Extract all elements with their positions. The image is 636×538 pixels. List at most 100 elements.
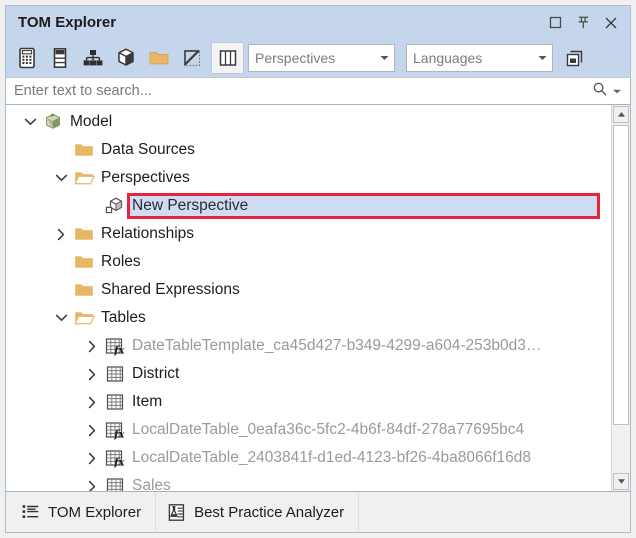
expander-toggle[interactable]	[81, 388, 103, 416]
perspective-icon	[103, 194, 127, 218]
tree-node-label: Model	[70, 114, 112, 130]
model-cube-icon	[42, 111, 64, 133]
tree-node-district[interactable]: District	[6, 360, 611, 388]
chevron-down-small-icon[interactable]	[612, 82, 622, 100]
tab-label: TOM Explorer	[48, 504, 141, 521]
columns-view-button[interactable]	[211, 42, 244, 74]
tree-node-relationships[interactable]: Relationships	[6, 220, 611, 248]
folder-open-icon	[72, 166, 96, 190]
tree-node-label: New Perspective	[132, 198, 248, 214]
expander-placeholder	[50, 248, 72, 276]
expander-toggle[interactable]	[50, 304, 72, 332]
folder-closed-icon	[73, 141, 95, 159]
folder-icon	[148, 49, 170, 67]
hidden-slash-icon	[182, 48, 202, 68]
folder-open-icon	[72, 306, 96, 330]
tree-node-tables[interactable]: Tables	[6, 304, 611, 332]
calculator-icon	[17, 47, 37, 69]
search-input[interactable]	[6, 82, 592, 100]
expander-toggle[interactable]	[81, 416, 103, 444]
svg-text:fx: fx	[113, 345, 125, 356]
vertical-scrollbar[interactable]	[611, 105, 630, 491]
calc-table-icon: fx	[103, 334, 127, 358]
tree-node-local-date-table-2[interactable]: fx LocalDateTable_2403841f-d1ed-4123-bf2…	[6, 444, 611, 472]
folder-closed-icon	[72, 222, 96, 246]
calc-table-icon: fx	[104, 420, 126, 440]
expander-toggle[interactable]	[81, 332, 103, 360]
calc-table-icon: fx	[103, 446, 127, 470]
scrollbar-thumb[interactable]	[613, 125, 629, 425]
title-bar-buttons	[542, 6, 624, 39]
close-button[interactable]	[598, 10, 624, 36]
tab-tom-explorer[interactable]: TOM Explorer	[10, 492, 156, 532]
expander-toggle[interactable]	[19, 108, 41, 136]
tree-node-date-table-template[interactable]: fx DateTableTemplate_ca45d427-b349-4299-…	[6, 332, 611, 360]
tree-node-perspectives[interactable]: Perspectives	[6, 164, 611, 192]
folder-open-icon	[73, 309, 95, 327]
columns-button[interactable]	[43, 42, 76, 74]
tree-node-label: LocalDateTable_0eafa36c-5fc2-4b6f-84df-2…	[132, 422, 524, 438]
folders-button[interactable]	[142, 42, 175, 74]
bottom-tab-bar: TOM Explorer Best Practice Analyzer	[6, 492, 630, 532]
title-bar: TOM Explorer	[6, 6, 630, 39]
languages-dropdown[interactable]: Languages	[406, 44, 553, 72]
table-icon	[103, 390, 127, 414]
tree-node-label: District	[132, 366, 179, 382]
tree-node-label: Item	[132, 394, 162, 410]
folder-open-icon	[73, 169, 95, 187]
chevron-down-icon	[532, 54, 552, 62]
expander-toggle[interactable]	[81, 360, 103, 388]
tree-node-new-perspective[interactable]: New Perspective	[6, 192, 611, 220]
pin-button[interactable]	[570, 10, 596, 36]
list-tree-icon	[21, 503, 41, 521]
search-icon[interactable]	[592, 81, 608, 102]
table-icon	[105, 392, 125, 412]
tree-node-roles[interactable]: Roles	[6, 248, 611, 276]
expander-placeholder	[50, 136, 72, 164]
chevron-right-icon	[87, 452, 97, 465]
maximize-button[interactable]	[542, 10, 568, 36]
tree-node-label: Roles	[101, 254, 141, 270]
page-title: TOM Explorer	[6, 14, 116, 31]
perspectives-dropdown-label: Perspectives	[249, 50, 374, 66]
tree-node-local-date-table-1[interactable]: fx LocalDateTable_0eafa36c-5fc2-4b6f-84d…	[6, 416, 611, 444]
tree-node-label: DateTableTemplate_ca45d427-b349-4299-a60…	[132, 338, 541, 354]
tree-node-label: Sales	[132, 478, 171, 491]
panel: TOM Explorer	[5, 5, 631, 533]
expand-collapse-button[interactable]	[559, 43, 589, 73]
chevron-right-icon	[87, 368, 97, 381]
tree-node-data-sources[interactable]: Data Sources	[6, 136, 611, 164]
tree-node-label: LocalDateTable_2403841f-d1ed-4123-bf26-4…	[132, 450, 531, 466]
cube-icon	[115, 47, 137, 69]
expander-toggle[interactable]	[50, 164, 72, 192]
triangle-up-icon	[617, 111, 626, 118]
folder-closed-icon	[72, 278, 96, 302]
tab-best-practice-analyzer[interactable]: Best Practice Analyzer	[156, 492, 359, 532]
expander-toggle[interactable]	[81, 472, 103, 491]
folder-closed-icon	[73, 281, 95, 299]
scroll-up-button[interactable]	[613, 106, 629, 123]
tree-node-shared-expressions[interactable]: Shared Expressions	[6, 276, 611, 304]
chevron-right-icon	[56, 228, 66, 241]
hierarchies-button[interactable]	[76, 42, 109, 74]
chevron-right-icon	[87, 340, 97, 353]
hidden-objects-button[interactable]	[175, 42, 208, 74]
tab-label: Best Practice Analyzer	[194, 504, 344, 521]
measures-button[interactable]	[10, 42, 43, 74]
scroll-down-button[interactable]	[613, 473, 629, 490]
tree-node-model[interactable]: Model	[6, 108, 611, 136]
triangle-down-icon	[617, 478, 626, 485]
languages-dropdown-label: Languages	[407, 50, 532, 66]
table-icon	[105, 364, 125, 384]
expander-toggle[interactable]	[81, 444, 103, 472]
expander-toggle[interactable]	[50, 220, 72, 248]
chevron-right-icon	[87, 396, 97, 409]
perspectives-dropdown[interactable]: Perspectives	[248, 44, 395, 72]
tree-view[interactable]: Model Data Sources Perspectives New Pers…	[6, 105, 611, 491]
tree-node-item[interactable]: Item	[6, 388, 611, 416]
model-objects-button[interactable]	[109, 42, 142, 74]
tree-node-label: Tables	[101, 310, 146, 326]
calc-table-icon: fx	[103, 418, 127, 442]
flask-document-icon	[167, 503, 187, 522]
tree-node-sales[interactable]: Sales	[6, 472, 611, 491]
